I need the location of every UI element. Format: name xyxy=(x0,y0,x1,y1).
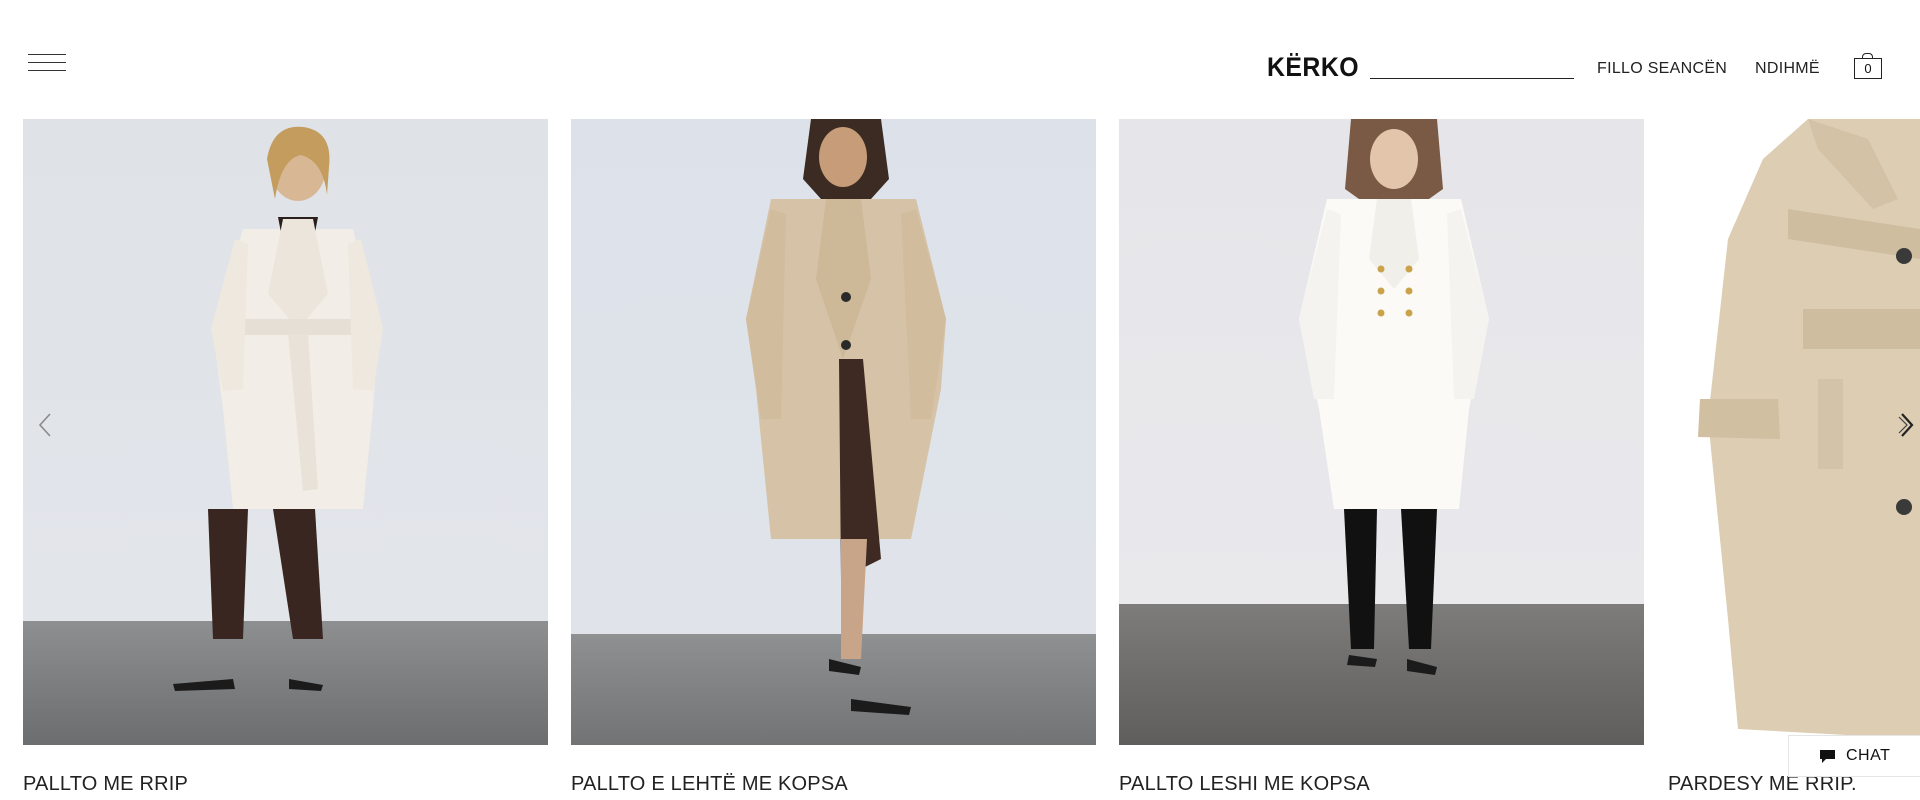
product-name[interactable]: PALLTO E LEHTË ME KOPSA xyxy=(571,773,848,796)
hamburger-menu-icon[interactable] xyxy=(28,52,66,76)
product-name[interactable]: PALLTO ME RRIP xyxy=(23,773,188,796)
chevron-left-icon[interactable] xyxy=(34,410,58,440)
cart-count: 0 xyxy=(1864,61,1872,76)
search-label[interactable]: KËRKO xyxy=(1267,52,1359,83)
product-card[interactable]: PALLTO ME RRIP xyxy=(23,119,548,795)
chat-bubble-icon xyxy=(1820,749,1835,763)
search-input[interactable] xyxy=(1370,52,1574,79)
product-image[interactable] xyxy=(571,119,1096,745)
help-link[interactable]: NDIHMË xyxy=(1755,60,1820,78)
product-image[interactable] xyxy=(1119,119,1644,745)
chevron-right-icon[interactable] xyxy=(1894,410,1918,440)
product-image[interactable] xyxy=(23,119,548,745)
login-link[interactable]: FILLO SEANCËN xyxy=(1597,60,1727,78)
chat-label: CHAT xyxy=(1846,747,1891,764)
product-card[interactable]: PARDESY ME RRIP. xyxy=(1668,119,1920,795)
product-name[interactable]: PALLTO LESHI ME KOPSA xyxy=(1119,773,1370,796)
product-image[interactable] xyxy=(1668,119,1920,745)
chat-button[interactable]: CHAT xyxy=(1788,735,1920,777)
product-card[interactable]: PALLTO LESHI ME KOPSA xyxy=(1119,119,1644,795)
shopping-bag-icon[interactable]: 0 xyxy=(1854,53,1882,79)
product-card[interactable]: PALLTO E LEHTË ME KOPSA xyxy=(571,119,1096,795)
